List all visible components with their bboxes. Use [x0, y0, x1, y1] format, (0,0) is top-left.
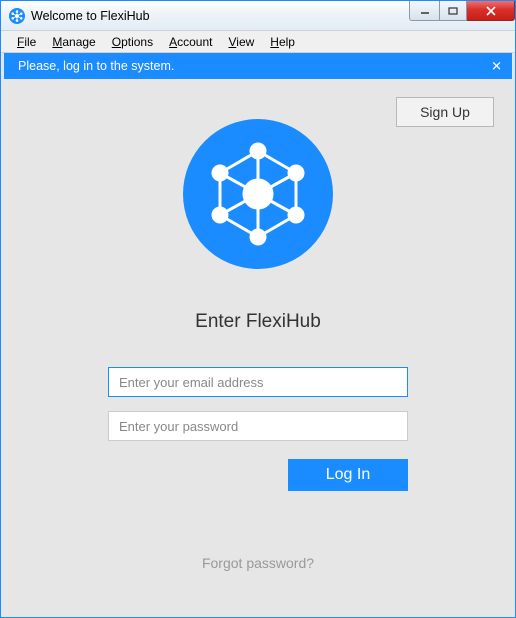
app-window: Welcome to FlexiHub File Manage Options …: [0, 0, 516, 618]
window-controls: [409, 1, 515, 21]
app-icon: [9, 8, 25, 24]
login-row: Log In: [108, 459, 408, 491]
banner-message: Please, log in to the system.: [18, 59, 174, 73]
menu-help[interactable]: Help: [262, 33, 303, 51]
logo-icon: [183, 119, 333, 269]
window-title: Welcome to FlexiHub: [31, 9, 150, 23]
email-field[interactable]: [108, 367, 408, 397]
login-heading: Enter FlexiHub: [195, 311, 321, 333]
menu-manage[interactable]: Manage: [44, 33, 103, 51]
maximize-button[interactable]: [439, 1, 467, 21]
menu-file[interactable]: File: [9, 33, 44, 51]
menu-options[interactable]: Options: [104, 33, 161, 51]
login-banner: Please, log in to the system. ✕: [4, 53, 512, 79]
password-field[interactable]: [108, 411, 408, 441]
signup-button[interactable]: Sign Up: [396, 97, 494, 127]
close-button[interactable]: [467, 1, 515, 21]
menubar: File Manage Options Account View Help: [1, 31, 515, 53]
titlebar: Welcome to FlexiHub: [1, 1, 515, 31]
menu-view[interactable]: View: [220, 33, 262, 51]
content-area: Sign Up: [4, 79, 512, 614]
login-button[interactable]: Log In: [288, 459, 408, 491]
minimize-button[interactable]: [409, 1, 439, 21]
banner-close-icon[interactable]: ✕: [491, 60, 502, 73]
menu-account[interactable]: Account: [161, 33, 220, 51]
forgot-password-link[interactable]: Forgot password?: [202, 555, 314, 571]
